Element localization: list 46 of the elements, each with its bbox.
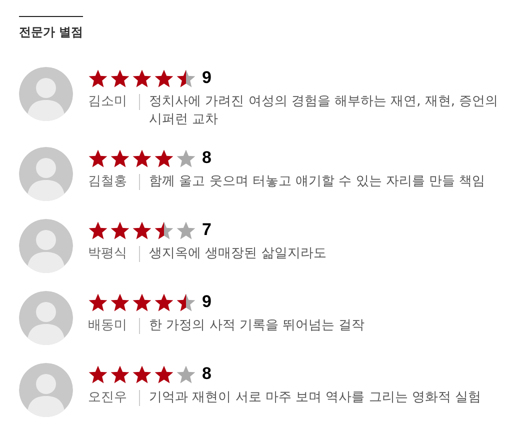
critic-name: 오진우 xyxy=(88,389,127,407)
star-icon xyxy=(132,148,152,168)
star-icon xyxy=(154,68,174,88)
star-icon xyxy=(154,220,174,240)
review-comment: 기억과 재현이 서로 마주 보며 역사를 그리는 영화적 실험 xyxy=(149,389,482,407)
star-icon xyxy=(176,220,196,240)
star-icon xyxy=(132,220,152,240)
avatar-icon xyxy=(19,291,73,345)
review-comment: 생지옥에 생매장된 삶일지라도 xyxy=(149,245,328,263)
star-icon xyxy=(154,148,174,168)
rating-score: 7 xyxy=(202,220,212,240)
avatar-icon xyxy=(19,363,73,417)
star-icon xyxy=(176,364,196,384)
star-icon xyxy=(132,68,152,88)
star-icon xyxy=(88,220,108,240)
review-comment: 정치사에 가려진 여성의 경험을 해부하는 재연, 재현, 증언의 시퍼런 교차 xyxy=(149,93,499,129)
rating-score: 9 xyxy=(202,68,212,88)
rating-score: 8 xyxy=(202,148,212,168)
section-title: 전문가 별점 xyxy=(19,16,84,41)
rating-score: 9 xyxy=(202,292,212,312)
star-icon xyxy=(88,148,108,168)
star-icon xyxy=(154,292,174,312)
star-icon xyxy=(154,364,174,384)
star-icon xyxy=(88,68,108,88)
star-icon xyxy=(132,292,152,312)
star-icon xyxy=(132,364,152,384)
star-icon xyxy=(88,364,108,384)
rating-score: 8 xyxy=(202,364,212,384)
critic-name: 김철홍 xyxy=(88,173,127,191)
star-icon xyxy=(110,148,130,168)
star-icon xyxy=(176,68,196,88)
star-icon xyxy=(110,364,130,384)
critic-name: 김소미 xyxy=(88,93,127,111)
critic-name: 배동미 xyxy=(88,317,127,335)
star-icon xyxy=(110,292,130,312)
star-icon xyxy=(110,220,130,240)
critic-name: 박평식 xyxy=(88,245,127,263)
avatar-icon xyxy=(19,67,73,121)
avatar-icon xyxy=(19,219,73,273)
review-comment: 함께 울고 웃으며 터놓고 얘기할 수 있는 자리를 만들 책임 xyxy=(149,173,486,191)
avatar-icon xyxy=(19,147,73,201)
review-comment: 한 가정의 사적 기록을 뛰어넘는 걸작 xyxy=(149,317,366,335)
star-icon xyxy=(176,148,196,168)
star-icon xyxy=(176,292,196,312)
star-icon xyxy=(88,292,108,312)
star-icon xyxy=(110,68,130,88)
